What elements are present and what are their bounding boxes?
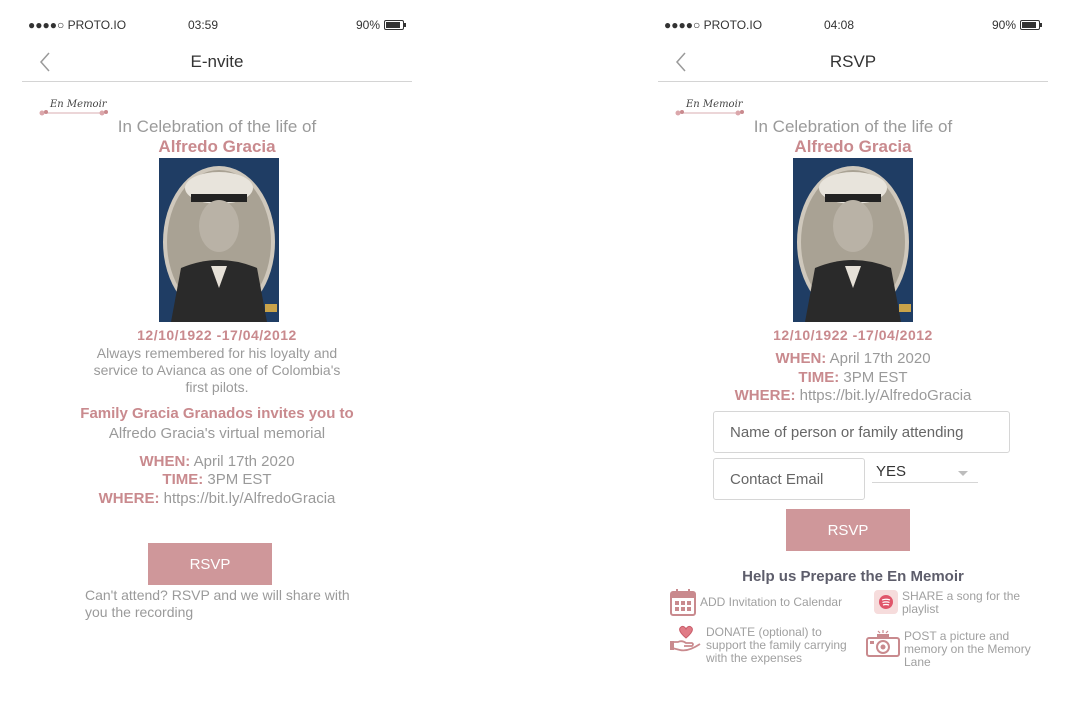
post-memory-action[interactable]: POST a picture and memory on the Memory … xyxy=(866,630,1036,669)
event-when: WHEN: April 17th 2020 xyxy=(658,349,1048,369)
add-calendar-label: ADD Invitation to Calendar xyxy=(700,595,843,609)
celebration-heading: In Celebration of the life of xyxy=(753,117,953,136)
calendar-icon xyxy=(670,589,696,616)
share-song-label: SHARE a song for the playlist xyxy=(902,589,1021,616)
attendance-select[interactable]: YES xyxy=(872,463,978,483)
battery-icon xyxy=(384,20,406,30)
rsvp-screen: ●●●●○ PROTO.IO 04:08 90% RSVP En Memoir … xyxy=(658,0,1048,728)
envite-screen: ●●●●○ PROTO.IO 03:59 90% E-nvite En Memo… xyxy=(22,0,412,728)
portrait-photo xyxy=(793,158,913,322)
contact-email-input[interactable]: Contact Email xyxy=(713,458,865,500)
carrier-label: ●●●●○ PROTO.IO xyxy=(664,18,763,32)
carrier-label: ●●●●○ PROTO.IO xyxy=(28,18,127,32)
honoree-name: Alfredo Gracia xyxy=(158,137,276,156)
invite-heading: Family Gracia Granados invites you to xyxy=(80,405,354,422)
time-label: TIME: xyxy=(162,471,204,488)
rsvp-button[interactable]: RSVP xyxy=(148,543,272,585)
page-title: RSVP xyxy=(829,52,877,71)
logo-text: En Memoir xyxy=(49,99,108,110)
chevron-down-icon xyxy=(958,471,968,476)
donate-label: DONATE (optional) to support the family … xyxy=(706,625,847,665)
memo-line: Always remembered for his loyalty and xyxy=(96,345,338,361)
camera-icon xyxy=(866,630,900,657)
page-title: E-nvite xyxy=(190,52,244,71)
time-value: 3PM EST xyxy=(843,369,908,386)
rsvp-submit-button[interactable]: RSVP xyxy=(786,509,910,551)
invite-subtitle: Alfredo Gracia's virtual memorial xyxy=(108,425,326,442)
share-song-action[interactable]: SHARE a song for the playlist xyxy=(874,590,1034,616)
life-dates: 12/10/1922 -17/04/2012 xyxy=(773,327,933,343)
music-icon xyxy=(874,590,898,614)
event-where: WHERE: https://bit.ly/AlfredoGracia xyxy=(658,386,1048,406)
battery-level xyxy=(386,22,401,28)
cant-attend-note: Can't attend? RSVP and we will share wit… xyxy=(85,587,350,620)
logo-text: En Memoir xyxy=(685,99,744,110)
when-value: April 17th 2020 xyxy=(829,350,931,367)
donate-heart-hand-icon xyxy=(670,625,701,652)
where-link[interactable]: https://bit.ly/AlfredoGracia xyxy=(800,387,972,404)
attendee-name-input[interactable]: Name of person or family attending xyxy=(713,411,1010,453)
time-label: TIME: xyxy=(798,369,840,386)
status-bar: ●●●●○ PROTO.IO 03:59 90% xyxy=(28,18,406,36)
event-where: WHERE: https://bit.ly/AlfredoGracia xyxy=(22,489,412,509)
celebration-heading: In Celebration of the life of xyxy=(117,117,317,136)
honoree-name: Alfredo Gracia xyxy=(794,137,912,156)
where-label: WHERE: xyxy=(734,387,796,404)
portrait-photo xyxy=(159,158,279,322)
time-value: 3PM EST xyxy=(207,471,272,488)
event-time: TIME: 3PM EST xyxy=(22,470,412,490)
where-label: WHERE: xyxy=(98,490,160,507)
add-calendar-action[interactable]: ADD Invitation to Calendar xyxy=(670,588,860,616)
memo-text: Always remembered for his loyalty and se… xyxy=(22,345,412,396)
battery-indicator: 90% xyxy=(355,18,406,32)
when-value: April 17th 2020 xyxy=(193,453,295,470)
help-heading: Help us Prepare the En Memoir xyxy=(742,568,964,585)
battery-level xyxy=(1022,22,1037,28)
memo-line: service to Avianca as one of Colombia's xyxy=(93,362,341,378)
donate-action[interactable]: DONATE (optional) to support the family … xyxy=(670,624,860,665)
event-time: TIME: 3PM EST xyxy=(658,368,1048,388)
battery-percent: 90% xyxy=(355,18,380,32)
event-when: WHEN: April 17th 2020 xyxy=(22,452,412,472)
memo-line: first pilots. xyxy=(185,379,249,395)
status-time: 04:08 xyxy=(824,18,855,32)
nav-bar: E-nvite xyxy=(22,44,412,82)
battery-icon xyxy=(1020,20,1042,30)
nav-bar: RSVP xyxy=(658,44,1048,82)
life-dates: 12/10/1922 -17/04/2012 xyxy=(137,327,297,343)
when-label: WHEN: xyxy=(139,453,191,470)
battery-indicator: 90% xyxy=(991,18,1042,32)
status-bar: ●●●●○ PROTO.IO 04:08 90% xyxy=(664,18,1042,36)
where-link[interactable]: https://bit.ly/AlfredoGracia xyxy=(164,490,336,507)
battery-percent: 90% xyxy=(991,18,1016,32)
attendance-value: YES xyxy=(876,463,907,480)
when-label: WHEN: xyxy=(775,350,827,367)
status-time: 03:59 xyxy=(188,18,219,32)
post-memory-label: POST a picture and memory on the Memory … xyxy=(904,629,1031,669)
